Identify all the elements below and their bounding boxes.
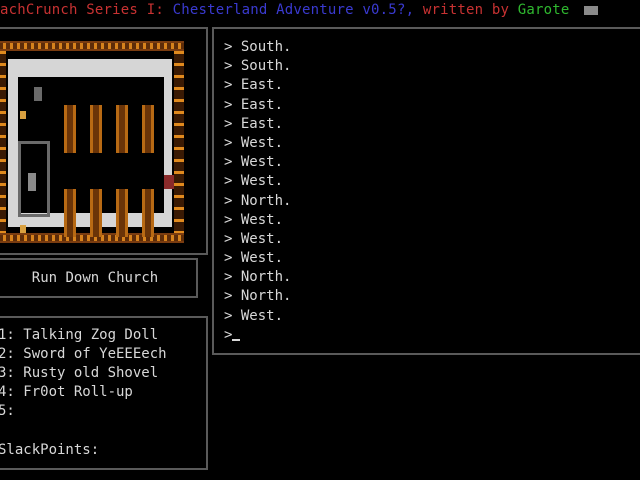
inventory-item[interactable]: 4: Fr0ot Roll-up xyxy=(0,383,167,402)
pew-icon xyxy=(64,189,76,237)
inventory-item[interactable]: 5: xyxy=(0,402,167,421)
log-line: > North. xyxy=(224,192,292,209)
slackpoints-label: SlackPoints: xyxy=(0,442,100,458)
inventory-item[interactable]: 3: Rusty old Shovel xyxy=(0,364,167,383)
prompt-symbol: > xyxy=(224,327,233,343)
inventory-item[interactable]: 1: Talking Zog Doll xyxy=(0,326,167,345)
map-panel xyxy=(0,27,208,255)
author-name: Garote xyxy=(517,2,570,18)
map-wall-top xyxy=(0,41,184,51)
pew-icon xyxy=(90,189,102,237)
marker-icon xyxy=(20,111,26,119)
pew-icon xyxy=(64,105,76,153)
pew-icon xyxy=(90,105,102,153)
log-line: > North. xyxy=(224,288,292,305)
written-by-label: written by xyxy=(422,2,510,18)
log-line: > North. xyxy=(224,269,292,286)
inventory-item[interactable]: 2: Sword of YeEEEech xyxy=(0,345,167,364)
log-line: > East. xyxy=(224,96,284,113)
altar-icon xyxy=(28,173,36,191)
pew-icon xyxy=(116,105,128,153)
church-map xyxy=(0,41,192,243)
log-line: > West. xyxy=(224,134,284,151)
text-cursor xyxy=(232,339,241,341)
pew-icon xyxy=(142,189,154,237)
log-line: > West. xyxy=(224,154,284,171)
title-bar: achCrunch Series I: Chesterland Adventur… xyxy=(0,0,640,20)
log-line: > South. xyxy=(224,58,292,75)
log-line: > West. xyxy=(224,250,284,267)
command-log-panel: > South. > South. > East. > East. > East… xyxy=(212,27,640,355)
log-line: > West. xyxy=(224,230,284,247)
log-line: > East. xyxy=(224,115,284,132)
inventory-list: 1: Talking Zog Doll 2: Sword of YeEEEech… xyxy=(0,326,167,421)
log-line: > West. xyxy=(224,173,284,190)
door-right-icon xyxy=(164,175,174,189)
map-wall-right xyxy=(174,51,184,233)
log-line: > West. xyxy=(224,307,284,324)
game-title: achCrunch Series I: xyxy=(0,2,164,18)
command-prompt[interactable]: > xyxy=(224,327,241,343)
log-line: > South. xyxy=(224,39,292,55)
marker-icon xyxy=(20,225,26,233)
pew-icon xyxy=(116,189,128,237)
inventory-panel: 1: Talking Zog Doll 2: Sword of YeEEEech… xyxy=(0,316,208,470)
door-top-icon xyxy=(34,87,42,101)
log-line: > East. xyxy=(224,77,284,94)
command-log: > South. > South. > East. > East. > East… xyxy=(224,38,291,326)
pew-icon xyxy=(142,105,154,153)
title-block-icon xyxy=(584,5,599,15)
location-name: Run Down Church xyxy=(31,270,159,286)
episode-title: Chesterland Adventure v0.5?, xyxy=(172,2,415,18)
map-wall-left xyxy=(0,51,6,233)
location-panel: Run Down Church xyxy=(0,258,198,298)
log-line: > West. xyxy=(224,211,284,228)
